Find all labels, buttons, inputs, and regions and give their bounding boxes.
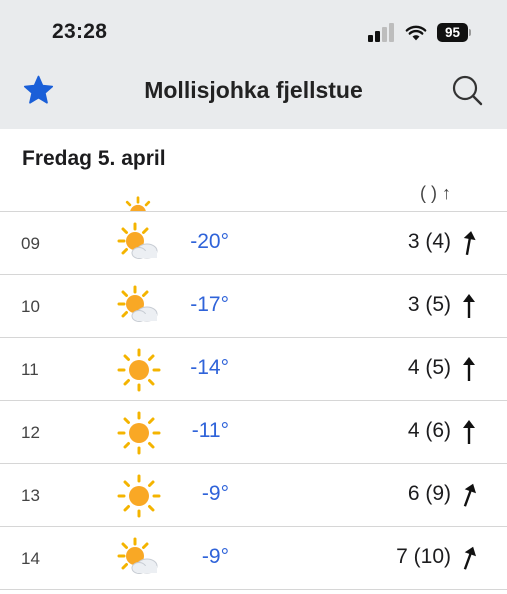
- wind-direction-arrow-icon: [463, 357, 475, 381]
- hour-label: 12: [21, 423, 40, 442]
- wind-direction-arrow-icon: [463, 420, 475, 444]
- wind-direction-arrow-icon: [463, 483, 477, 507]
- wind-speed: 7 (10): [396, 545, 451, 568]
- scrolled-row-peek: ( ) ↑: [420, 183, 451, 203]
- sun-icon: [117, 411, 161, 455]
- temperature: -9°: [201, 545, 229, 568]
- sun-icon: [117, 348, 161, 392]
- partly-cloudy-icon: [117, 222, 158, 259]
- wifi-icon: [405, 25, 427, 41]
- wind-speed: 3 (5): [407, 293, 451, 316]
- forecast-row[interactable]: 13 -9° 6 (9): [0, 463, 507, 526]
- search-icon[interactable]: [449, 72, 485, 108]
- hour-label: 11: [21, 360, 39, 379]
- forecast-row[interactable]: 09 -20° 3 (4): [0, 211, 507, 274]
- wind-speed: 3 (4): [407, 230, 451, 253]
- battery-indicator: 95: [437, 23, 468, 42]
- wind-direction-arrow-icon: [463, 294, 475, 318]
- wind-direction-arrow-icon: [463, 546, 477, 570]
- temperature: -14°: [190, 356, 229, 379]
- temperature: -11°: [191, 419, 229, 442]
- hour-label: 09: [21, 234, 40, 253]
- hourly-forecast-list: 09 -20° 3 (4) 10 -17° 3 (5) 11 -14° 4 (5…: [0, 211, 507, 590]
- wind-direction-arrow-icon: [463, 231, 476, 256]
- forecast-row[interactable]: 11 -14° 4 (5): [0, 337, 507, 400]
- wind-speed: 4 (5): [407, 356, 451, 379]
- wind-speed: 4 (6): [407, 419, 451, 442]
- forecast-row[interactable]: 14 -9° 7 (10): [0, 526, 507, 590]
- hour-label: 13: [21, 486, 40, 505]
- temperature: -17°: [190, 293, 229, 316]
- partly-cloudy-icon: [117, 285, 158, 322]
- cellular-signal-icon: [368, 22, 398, 42]
- temperature: -9°: [201, 482, 229, 505]
- temperature: -20°: [190, 230, 229, 253]
- sun-icon: [117, 474, 161, 518]
- battery-nub: [469, 29, 471, 36]
- day-section-header: Fredag 5. april ( ) ↑: [0, 129, 507, 211]
- sun-icon: [125, 196, 151, 211]
- page-title: Mollisjohka fjellstue: [144, 77, 363, 103]
- wind-speed: 6 (9): [407, 482, 451, 505]
- app-header: 23:28 95 Mollisjohka fjellstue: [0, 0, 507, 129]
- day-title: Fredag 5. april: [22, 147, 166, 170]
- partly-cloudy-icon: [117, 537, 158, 574]
- hour-label: 14: [21, 549, 40, 568]
- forecast-row[interactable]: 12 -11° 4 (6): [0, 400, 507, 463]
- forecast-row[interactable]: 10 -17° 3 (5): [0, 274, 507, 337]
- hour-label: 10: [21, 297, 40, 316]
- status-time: 23:28: [52, 20, 108, 43]
